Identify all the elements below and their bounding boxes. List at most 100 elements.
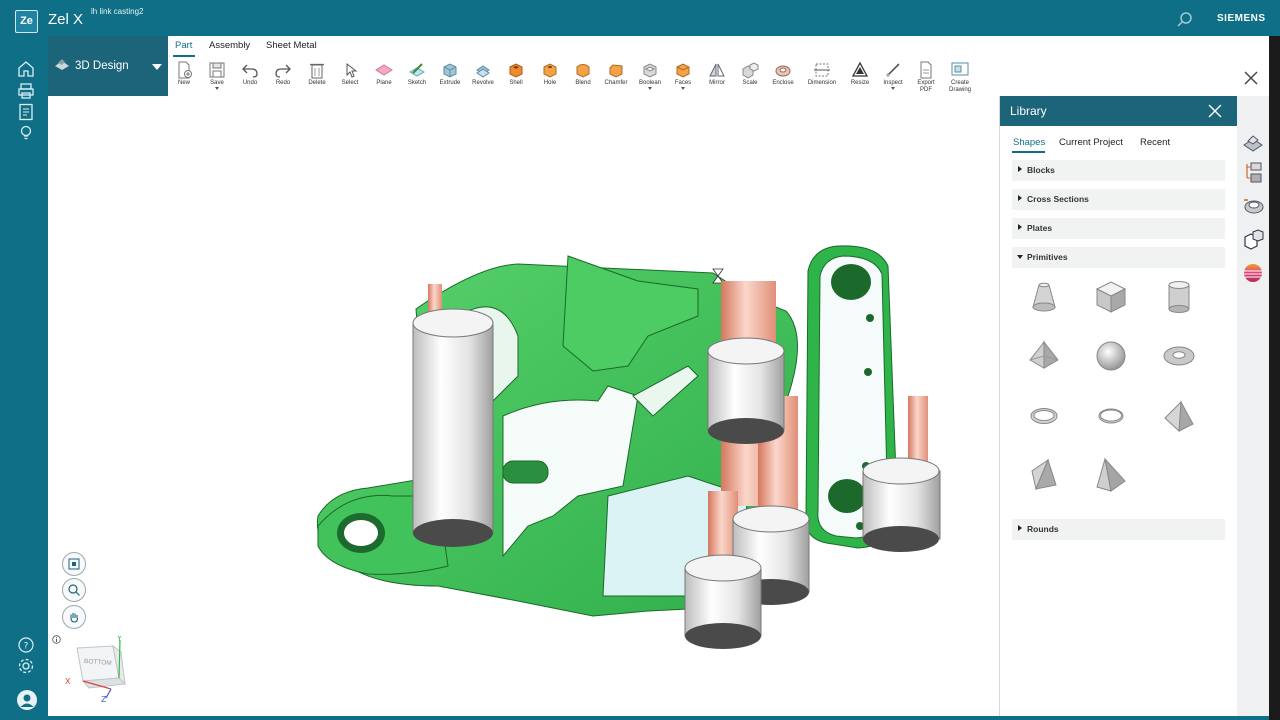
hole-button[interactable]: Hole (533, 61, 567, 93)
settings-icon[interactable] (16, 657, 36, 675)
boolean-button[interactable]: Boolean (633, 61, 667, 93)
export-pdf-button[interactable]: Export PDF (909, 61, 943, 93)
tool-label: Select (341, 80, 359, 86)
blend-icon (576, 64, 590, 78)
enclose-icon (775, 65, 791, 77)
scale-icon (742, 62, 759, 79)
ribbon-toolbar: 3D Design Part Assembly Sheet Metal New … (48, 36, 1269, 96)
window-edge (1269, 36, 1280, 720)
save-button[interactable]: Save (200, 61, 234, 93)
tool-label: Export (917, 80, 935, 86)
graphics-viewport[interactable]: X Y Z BOTTOM (48, 96, 999, 716)
category-cross-sections[interactable]: Cross Sections (1012, 189, 1225, 210)
chevron-right-icon (1018, 166, 1022, 172)
chevron-right-icon (1018, 224, 1022, 230)
torus-shape-icon[interactable] (1161, 338, 1197, 374)
help-icon[interactable]: ? (16, 636, 36, 654)
new-button[interactable]: New (167, 61, 201, 93)
tab-part[interactable]: Part (175, 40, 192, 51)
tetrahedron-shape-icon[interactable] (1026, 457, 1062, 493)
blend-button[interactable]: Blend (566, 61, 600, 93)
close-icon[interactable] (1243, 70, 1259, 86)
faces-button[interactable]: Faces (666, 61, 700, 93)
fit-view-button[interactable] (62, 552, 86, 576)
thin-ring-shape-icon[interactable] (1093, 398, 1129, 434)
cube-shape-icon[interactable] (1093, 279, 1129, 315)
assembly-tree-icon[interactable] (1240, 160, 1266, 186)
category-label: Plates (1027, 223, 1053, 233)
enclose-button[interactable]: Enclose (766, 61, 800, 93)
pyramid-shape-icon[interactable] (1026, 338, 1062, 374)
select-cursor-icon (346, 62, 358, 78)
tab-current-project[interactable]: Current Project (1059, 137, 1123, 148)
tool-label: PDF (920, 87, 932, 93)
inspect-button[interactable]: Inspect (876, 61, 910, 93)
ring-shape-icon[interactable] (1026, 398, 1062, 434)
category-label: Rounds (1027, 524, 1059, 534)
scale-button[interactable]: Scale (733, 61, 767, 93)
category-blocks[interactable]: Blocks (1012, 160, 1225, 181)
sphere-shape-icon[interactable] (1093, 338, 1129, 374)
title-bar: Ze Zel X lh link casting2 SIEMENS (0, 0, 1280, 36)
sketch-button[interactable]: Sketch (400, 61, 434, 93)
appearance-icon[interactable] (1240, 260, 1266, 286)
tool-label: Extrude (439, 80, 461, 86)
cone-shape-icon[interactable] (1026, 279, 1062, 315)
chevron-right-icon (1018, 525, 1022, 531)
info-icon[interactable] (52, 631, 61, 644)
category-plates[interactable]: Plates (1012, 218, 1225, 239)
app-window: Ze Zel X lh link casting2 SIEMENS ? 3D D… (0, 0, 1280, 720)
undo-button[interactable]: Undo (233, 61, 267, 93)
resize-button[interactable]: Resize (843, 61, 877, 93)
mirror-button[interactable]: Mirror (700, 61, 734, 93)
chamfer-icon (609, 64, 623, 78)
printer-icon[interactable] (16, 82, 36, 100)
view-cube[interactable]: X Y Z (63, 636, 129, 704)
boss-cylinder (862, 457, 941, 552)
tab-recent[interactable]: Recent (1140, 137, 1170, 148)
cylinder-shape-icon[interactable] (1161, 279, 1197, 315)
fit-view-icon (68, 558, 80, 570)
create-drawing-button[interactable]: Create Drawing (943, 61, 977, 93)
revolve-icon (476, 65, 490, 78)
user-avatar-icon[interactable] (17, 690, 37, 710)
zoom-button[interactable] (62, 578, 86, 602)
left-rail: ? (0, 36, 48, 720)
tab-sheet-metal[interactable]: Sheet Metal (266, 40, 317, 51)
tool-label: Scale (742, 80, 758, 86)
tool-label: Drawing (948, 87, 971, 93)
shell-button[interactable]: Shell (499, 61, 533, 93)
wedge-shape-icon[interactable] (1161, 398, 1197, 434)
prism-shape-icon[interactable] (1093, 457, 1129, 493)
search-icon[interactable] (1176, 11, 1193, 28)
document-icon[interactable] (16, 103, 36, 121)
delete-button[interactable]: Delete (300, 61, 334, 93)
select-button[interactable]: Select (333, 61, 367, 93)
pan-button[interactable] (62, 605, 86, 629)
redo-button[interactable]: Redo (266, 61, 300, 93)
part-library-icon[interactable] (1240, 130, 1266, 156)
boss-cylinder (412, 308, 494, 547)
components-icon[interactable] (1240, 226, 1266, 252)
home-icon[interactable] (16, 60, 36, 78)
workspace-dropdown[interactable]: 3D Design (48, 36, 168, 96)
category-primitives[interactable]: Primitives (1012, 247, 1225, 268)
chamfer-button[interactable]: Chamfer (599, 61, 633, 93)
tab-assembly[interactable]: Assembly (209, 40, 250, 51)
tab-shapes[interactable]: Shapes (1013, 137, 1045, 148)
undo-icon (242, 64, 258, 78)
svg-text:?: ? (24, 642, 29, 652)
close-icon[interactable] (1208, 104, 1222, 118)
parts-list-icon[interactable] (1240, 192, 1266, 218)
category-rounds[interactable]: Rounds (1012, 519, 1225, 540)
plane-button[interactable]: Plane (367, 61, 401, 93)
revolve-button[interactable]: Revolve (466, 61, 500, 93)
lightbulb-icon[interactable] (16, 124, 36, 142)
tool-label: Sketch (407, 80, 427, 86)
tool-label: Revolve (472, 80, 494, 86)
extrude-button[interactable]: Extrude (433, 61, 467, 93)
brand-wordmark: SIEMENS (1217, 13, 1266, 24)
3d-model[interactable] (48, 96, 999, 716)
dimension-button[interactable]: Dimension (805, 61, 839, 93)
workspace-3d-icon (54, 57, 70, 71)
